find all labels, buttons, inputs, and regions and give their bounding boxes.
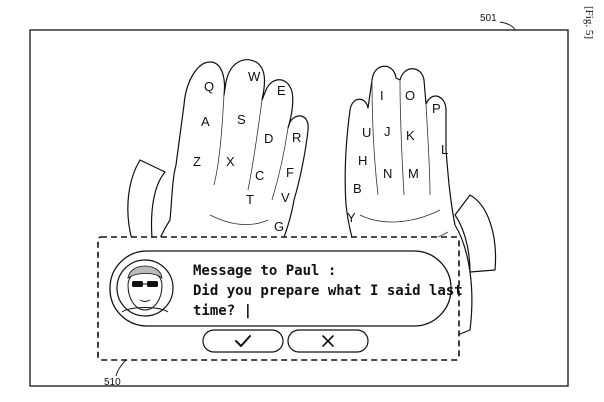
- key-e: E: [277, 83, 286, 98]
- confirm-button[interactable]: [202, 329, 284, 353]
- key-u: U: [362, 125, 371, 140]
- cancel-button[interactable]: [287, 329, 369, 353]
- key-j: J: [384, 124, 391, 139]
- screen-ref-label: 501: [480, 13, 497, 24]
- avatar: [116, 259, 174, 317]
- key-i: I: [380, 88, 384, 103]
- key-k: K: [406, 128, 415, 143]
- key-v: V: [281, 190, 290, 205]
- key-x: X: [226, 154, 235, 169]
- key-f: F: [286, 165, 294, 180]
- popup-ref-label: 510: [104, 377, 121, 388]
- key-g: G: [274, 219, 284, 234]
- key-t: T: [246, 192, 254, 207]
- key-w: W: [248, 69, 261, 84]
- message-recipient: Message to Paul :: [193, 263, 336, 279]
- message-body-line2[interactable]: time? |: [193, 303, 252, 319]
- key-s: S: [237, 112, 246, 127]
- popup-ref-leader: [115, 359, 127, 377]
- key-b: B: [353, 181, 362, 196]
- message-body-line1[interactable]: Did you prepare what I said last: [193, 283, 463, 299]
- key-o: O: [405, 88, 415, 103]
- figure-canvas: [Fig. 5] 501 Q W E A S D R Z X C F T V G…: [29, 6, 595, 388]
- key-y: Y: [347, 210, 356, 225]
- key-m: M: [408, 166, 419, 181]
- key-c: C: [255, 168, 264, 183]
- key-l: L: [441, 142, 448, 157]
- key-r: R: [292, 130, 301, 145]
- key-a: A: [201, 114, 210, 129]
- key-n: N: [383, 166, 392, 181]
- key-d: D: [264, 131, 273, 146]
- screen-ref-leader: [499, 21, 516, 31]
- key-z: Z: [193, 154, 201, 169]
- key-q: Q: [204, 79, 214, 94]
- key-p: P: [432, 101, 441, 116]
- figure-label: [Fig. 5]: [583, 6, 595, 39]
- key-h: H: [358, 153, 367, 168]
